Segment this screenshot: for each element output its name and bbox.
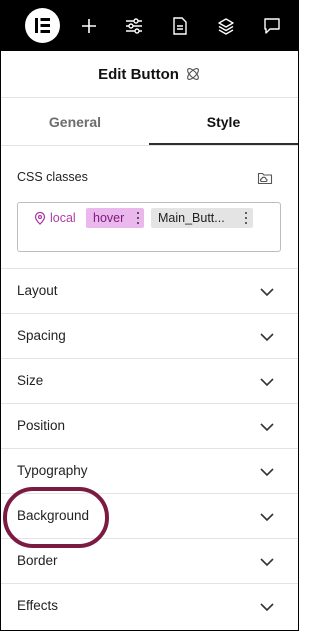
- top-toolbar: [1, 1, 298, 51]
- document-icon[interactable]: [168, 14, 192, 38]
- chevron-down-icon: [260, 513, 274, 522]
- chevron-down-icon: [260, 378, 274, 387]
- chevron-down-icon: [260, 558, 274, 567]
- section-label: Border: [17, 553, 58, 568]
- chevron-down-icon: [260, 603, 274, 612]
- tab-general[interactable]: General: [1, 98, 149, 146]
- tab-style[interactable]: Style: [149, 98, 298, 146]
- chip-hover[interactable]: hover: [86, 208, 144, 228]
- more-vertical-icon[interactable]: [244, 212, 248, 224]
- section-label: Spacing: [17, 328, 66, 343]
- section-position[interactable]: Position: [1, 404, 298, 449]
- section-spacing[interactable]: Spacing: [1, 314, 298, 359]
- chevron-down-icon: [260, 423, 274, 432]
- section-label: Typography: [17, 463, 88, 478]
- editor-panel: Edit Button General Style CSS classes lo…: [0, 0, 299, 631]
- background-highlight-callout: [3, 487, 109, 548]
- panel-header: Edit Button: [1, 51, 298, 97]
- section-label: Layout: [17, 283, 58, 298]
- chevron-down-icon: [260, 333, 274, 342]
- css-classes-section: CSS classes local hover Main_Butt...: [1, 145, 298, 269]
- chip-local-label: local: [50, 211, 76, 225]
- more-vertical-icon[interactable]: [136, 212, 140, 224]
- section-effects[interactable]: Effects: [1, 584, 298, 629]
- chip-main-label: Main_Butt...: [158, 211, 225, 225]
- elementor-logo-icon[interactable]: [25, 8, 60, 43]
- plus-icon[interactable]: [77, 14, 101, 38]
- section-label: Position: [17, 418, 66, 433]
- section-label: Effects: [17, 598, 59, 613]
- css-classes-label: CSS classes: [17, 170, 88, 184]
- chat-icon[interactable]: [260, 14, 284, 38]
- section-size[interactable]: Size: [1, 359, 298, 404]
- chevron-down-icon: [260, 288, 274, 297]
- chip-main-button[interactable]: Main_Butt...: [151, 208, 253, 228]
- sliders-icon[interactable]: [122, 14, 146, 38]
- chip-hover-label: hover: [93, 211, 125, 225]
- atom-icon: [185, 66, 201, 82]
- layers-icon[interactable]: [214, 14, 238, 38]
- location-pin-icon: [34, 211, 46, 225]
- folder-cloud-icon[interactable]: [257, 170, 273, 186]
- chevron-down-icon: [260, 468, 274, 477]
- chip-local[interactable]: local: [34, 208, 76, 228]
- css-class-selector[interactable]: local hover Main_Butt...: [17, 202, 281, 252]
- panel-title: Edit Button: [98, 65, 179, 83]
- section-label: Size: [17, 373, 44, 388]
- panel-tabs: General Style: [1, 97, 298, 146]
- section-layout[interactable]: Layout: [1, 269, 298, 314]
